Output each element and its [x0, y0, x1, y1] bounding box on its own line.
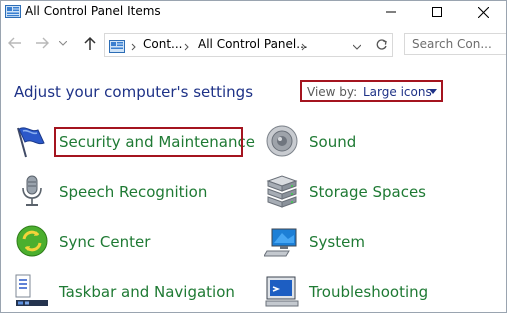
view-by-control[interactable]: View by: Large icons: [300, 80, 443, 102]
storage-drives-icon: [264, 173, 300, 209]
troubleshoot-icon: [264, 273, 300, 309]
refresh-icon: [376, 38, 387, 50]
title-bar[interactable]: All Control Panel Items: [1, 1, 506, 23]
breadcrumb-separator-icon[interactable]: [131, 38, 137, 57]
search-input[interactable]: Search Con...: [412, 37, 492, 52]
breadcrumb-control-panel[interactable]: Cont...: [143, 37, 182, 52]
item-label[interactable]: Taskbar and Navigation: [59, 282, 235, 302]
minimize-button[interactable]: [368, 1, 414, 23]
item-label[interactable]: Storage Spaces: [309, 182, 426, 202]
item-sound[interactable]: Sound: [264, 123, 504, 163]
control-panel-window: All Control Panel Items Cont... All Cont…: [0, 0, 507, 313]
refresh-button[interactable]: [372, 34, 390, 54]
close-icon: [477, 6, 489, 18]
flag-icon: [14, 123, 50, 159]
item-label[interactable]: System: [309, 232, 365, 252]
item-label[interactable]: Troubleshooting: [309, 282, 428, 302]
address-bar[interactable]: Cont... All Control Panel...: [104, 33, 393, 57]
microphone-icon: [14, 173, 50, 209]
recent-locations-button[interactable]: [56, 34, 70, 52]
sync-icon: [14, 223, 50, 259]
view-by-label: View by:: [307, 85, 358, 99]
highlight-box: [54, 127, 243, 157]
item-label[interactable]: Speech Recognition: [59, 182, 207, 202]
item-system[interactable]: System: [263, 223, 504, 263]
search-box[interactable]: Search Con...: [404, 33, 506, 55]
monitor-icon: [263, 223, 300, 259]
close-button[interactable]: [460, 1, 506, 23]
up-arrow-icon: [84, 36, 96, 50]
back-button[interactable]: [5, 34, 25, 52]
address-history-button[interactable]: [352, 38, 362, 57]
view-by-dropdown[interactable]: Large icons: [363, 85, 432, 99]
chevron-down-icon: [352, 44, 362, 50]
speaker-icon: [264, 123, 300, 159]
item-sync-center[interactable]: Sync Center: [14, 223, 254, 263]
back-arrow-icon: [8, 37, 21, 49]
forward-button[interactable]: [32, 34, 52, 52]
dropdown-caret-icon[interactable]: [429, 89, 437, 94]
address-control-panel-icon: [109, 38, 125, 57]
item-label[interactable]: Sync Center: [59, 232, 150, 252]
window-title: All Control Panel Items: [25, 4, 161, 18]
up-button[interactable]: [80, 34, 100, 52]
breadcrumb-all-items[interactable]: All Control Panel...: [198, 37, 308, 52]
item-label[interactable]: Sound: [309, 132, 356, 152]
item-speech-recognition[interactable]: Speech Recognition: [14, 173, 254, 213]
maximize-icon: [432, 7, 442, 17]
item-taskbar-and-navigation[interactable]: Taskbar and Navigation: [14, 273, 254, 312]
breadcrumb-separator-icon[interactable]: [301, 38, 307, 57]
control-panel-icon: [5, 4, 21, 18]
taskbar-icon: [14, 273, 50, 309]
maximize-button[interactable]: [414, 1, 460, 23]
navigation-bar: Cont... All Control Panel... Search Con.…: [1, 25, 506, 61]
item-storage-spaces[interactable]: Storage Spaces: [264, 173, 504, 213]
page-heading: Adjust your computer's settings: [14, 83, 254, 101]
breadcrumb-separator-icon[interactable]: [184, 38, 190, 57]
item-troubleshooting[interactable]: Troubleshooting: [264, 273, 504, 312]
chevron-down-icon: [59, 40, 67, 46]
minimize-icon: [386, 11, 396, 13]
forward-arrow-icon: [36, 37, 49, 49]
